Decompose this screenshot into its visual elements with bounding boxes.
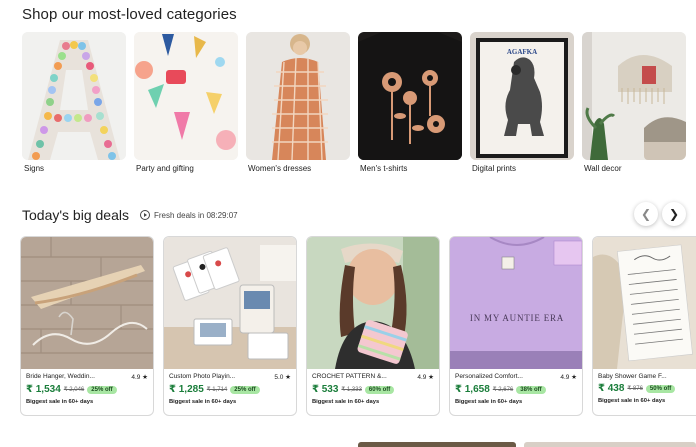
category-image-signs	[22, 32, 126, 160]
category-image-prints: AGAFKA	[470, 32, 574, 160]
discount-badge: 25% off	[87, 385, 117, 394]
deal-price: ₹ 1,534	[26, 384, 61, 395]
deal-title: Bride Hanger, Weddin...	[26, 373, 95, 380]
category-label: Wall decor	[584, 164, 622, 173]
deal-image	[593, 237, 696, 369]
deal-card[interactable]: Custom Photo Playin... 5.0 ★ ₹ 1,285 ₹ 1…	[163, 236, 297, 416]
deal-card[interactable]: CROCHET PATTERN &... 4.9 ★ ₹ 533 ₹ 1,333…	[306, 236, 440, 416]
categories-heading: Shop our most-loved categories	[22, 6, 237, 23]
deal-image	[307, 237, 439, 369]
deal-note: Biggest sale in 60+ days	[26, 399, 94, 405]
category-card-party[interactable]: Party and gifting	[134, 32, 238, 173]
deal-price: ₹ 438	[598, 383, 625, 394]
deal-rating: 4.9 ★	[417, 374, 434, 381]
category-image-party	[134, 32, 238, 160]
categories-row: Signs Party and gifting Women's dresses …	[22, 32, 696, 182]
deal-note: Biggest sale in 60+ days	[598, 398, 666, 404]
deals-heading: Today's big deals	[22, 207, 129, 223]
deal-title: Personalized Comfort...	[455, 373, 523, 380]
category-image-tshirts	[358, 32, 462, 160]
deal-price: ₹ 533	[312, 384, 339, 395]
deal-title: CROCHET PATTERN &...	[312, 373, 387, 380]
category-image-wall-decor	[582, 32, 686, 160]
deal-note: Biggest sale in 60+ days	[455, 399, 523, 405]
deal-rating: 4.9 ★	[560, 374, 577, 381]
deal-card[interactable]: IN MY AUNTIE ERA Personalized Comfort...…	[449, 236, 583, 416]
category-label: Party and gifting	[136, 164, 194, 173]
deal-original-price: ₹ 876	[627, 386, 643, 392]
fresh-deals-timer: Fresh deals in 08:29:07	[140, 210, 238, 220]
fresh-deals-text: Fresh deals in 08:29:07	[154, 210, 238, 220]
deal-rating: 4.9 ★	[131, 374, 148, 381]
shirt-print-text: IN MY AUNTIE ERA	[469, 313, 565, 323]
deal-note: Biggest sale in 60+ days	[312, 399, 380, 405]
discount-badge: 50% off	[645, 384, 676, 393]
deal-image	[21, 237, 153, 369]
deals-carousel: Bride Hanger, Weddin... 4.9 ★ ₹ 1,534 ₹ …	[20, 236, 696, 418]
deal-image: IN MY AUNTIE ERA	[450, 237, 582, 369]
deal-original-price: ₹ 1,714	[206, 387, 228, 393]
deal-price: ₹ 1,658	[455, 384, 490, 395]
svg-text:AGAFKA: AGAFKA	[507, 48, 537, 56]
deal-price: ₹ 1,285	[169, 384, 204, 395]
deal-card[interactable]: Bride Hanger, Weddin... 4.9 ★ ₹ 1,534 ₹ …	[20, 236, 154, 416]
category-label: Digital prints	[472, 164, 517, 173]
category-label: Women's dresses	[248, 164, 312, 173]
category-card-dresses[interactable]: Women's dresses	[246, 32, 350, 173]
discount-badge: 25% off	[230, 385, 260, 394]
clock-icon	[140, 210, 150, 220]
deal-image	[164, 237, 296, 369]
discount-badge: 38% off	[516, 385, 546, 394]
deal-title: Baby Shower Game F...	[598, 373, 667, 380]
deal-original-price: ₹ 2,046	[63, 387, 85, 393]
next-section-image-edge	[358, 442, 516, 447]
deal-title: Custom Photo Playin...	[169, 373, 236, 380]
deal-card[interactable]: Baby Shower Game F... ₹ 438 ₹ 876 50% of…	[592, 236, 696, 416]
category-card-wall-decor[interactable]: Wall decor	[582, 32, 686, 173]
category-label: Men's t-shirts	[360, 164, 408, 173]
category-card-tshirts[interactable]: Men's t-shirts	[358, 32, 462, 173]
chevron-right-icon[interactable]: ❯	[662, 202, 686, 226]
category-label: Signs	[24, 164, 45, 173]
deal-original-price: ₹ 1,333	[341, 387, 362, 393]
category-card-signs[interactable]: Signs	[22, 32, 126, 173]
chevron-left-icon[interactable]: ❮	[634, 202, 658, 226]
deal-note: Biggest sale in 60+ days	[169, 399, 237, 405]
discount-badge: 60% off	[364, 385, 395, 394]
category-image-dresses	[246, 32, 350, 160]
next-section-image-edge	[524, 442, 696, 447]
category-card-prints[interactable]: AGAFKA Digital prints	[470, 32, 574, 173]
deal-original-price: ₹ 2,676	[492, 387, 514, 393]
deal-rating: 5.0 ★	[274, 374, 291, 381]
